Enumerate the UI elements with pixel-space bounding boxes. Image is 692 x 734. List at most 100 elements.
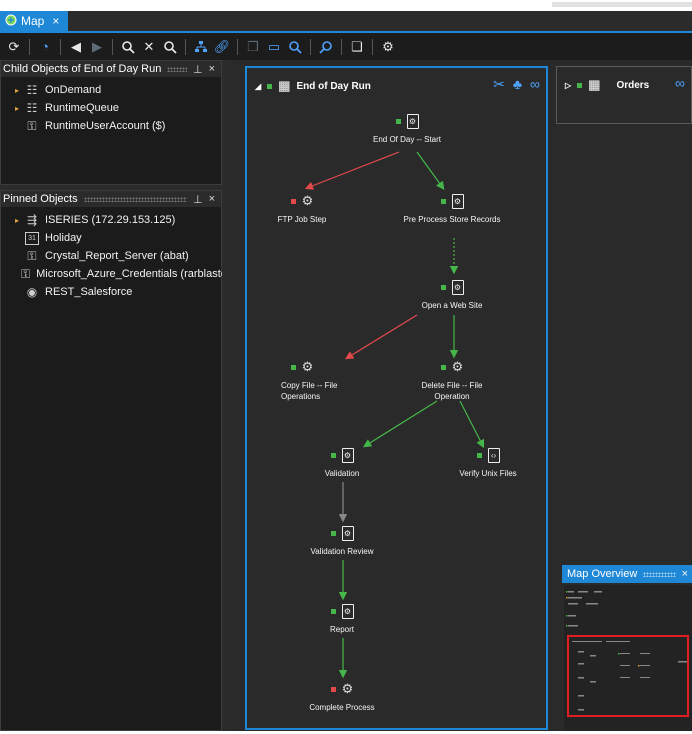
pinned-item-holiday[interactable]: 31 Holiday: [1, 229, 221, 247]
expand-caret-icon[interactable]: ▷: [565, 81, 571, 90]
child-item-label: RuntimeUserAccount ($): [45, 120, 166, 132]
gears-icon: ⚙: [301, 359, 314, 374]
tab-map-label: Map: [21, 14, 45, 28]
map-toolbar: ⟳ ◔ ◀ ▶ ✕ 🔗︎ ❐ ▭ ❏ ⚙: [0, 33, 692, 60]
node-label: Open a Web Site: [421, 301, 483, 310]
status-indicator: [330, 608, 336, 614]
document-gear-icon: ⚙: [451, 193, 464, 209]
edge-failure: [344, 314, 418, 360]
copy-icon[interactable]: ❐: [245, 39, 261, 55]
pinned-objects-header: Pinned Objects ⊥ ×: [1, 191, 221, 207]
child-item-ondemand[interactable]: ▸ ☷ OnDemand: [1, 81, 221, 99]
drag-grip[interactable]: [167, 66, 187, 72]
pin-icon[interactable]: ⊥: [193, 63, 203, 76]
pages-icon[interactable]: ❏: [349, 39, 365, 55]
pinned-item-label: Holiday: [45, 232, 82, 244]
node-label: FTP Job Step: [277, 215, 327, 224]
pinned-item-azure-credentials[interactable]: ⚿ Microsoft_Azure_Credentials (rarblaste: [1, 265, 227, 283]
pin-icon[interactable]: ⊥: [193, 193, 203, 206]
tab-close-icon[interactable]: ×: [52, 14, 59, 28]
workflow-frame-orders[interactable]: ▷ ▦ Orders ∞: [556, 66, 692, 124]
document-gear-icon: ⚙: [341, 447, 354, 463]
orders-title: Orders: [616, 79, 650, 91]
pinned-item-rest-salesforce[interactable]: ◉ REST_Salesforce: [1, 283, 221, 301]
pinned-item-iseries[interactable]: ▸ ⇶ ISERIES (172.29.153.125): [1, 211, 221, 229]
expand-caret-icon[interactable]: ▸: [15, 104, 19, 113]
link-icon[interactable]: ∞: [675, 75, 685, 91]
workflow-node-report[interactable]: ⚙ Report: [287, 602, 397, 636]
map-overview-title: Map Overview: [567, 568, 638, 580]
status-indicator: [440, 364, 446, 370]
status-indicator: [330, 452, 336, 458]
workflow-node-open-a-web-site[interactable]: ⚙ Open a Web Site: [397, 278, 507, 312]
document-gear-icon: ⚙: [341, 525, 354, 541]
status-indicator: [476, 452, 482, 458]
status-indicator: [330, 530, 336, 536]
toolbar-separator: [112, 38, 113, 55]
pinned-item-label: Microsoft_Azure_Credentials (rarblaste: [36, 268, 227, 280]
toolbar-separator: [185, 38, 186, 55]
tab-map[interactable]: Map ×: [0, 11, 68, 31]
pinned-item-crystal-report-server[interactable]: ⚿ Crystal_Report_Server (abat): [1, 247, 221, 265]
node-label: Validation: [324, 469, 360, 478]
workflow-node-pre-process-store-records[interactable]: ⚙ Pre Process Store Records: [397, 192, 507, 226]
find-icon[interactable]: [318, 39, 334, 55]
close-icon[interactable]: ×: [682, 568, 688, 580]
key-icon: ⚿: [27, 248, 37, 263]
node-label: Report: [329, 625, 354, 634]
workflow-icon: ▦: [588, 77, 601, 92]
close-icon[interactable]: ×: [209, 193, 215, 205]
toolbar-separator: [29, 38, 30, 55]
settings-icon[interactable]: ⚙: [380, 39, 396, 55]
back-icon[interactable]: ◀: [68, 39, 84, 55]
overview-viewport-rectangle[interactable]: [567, 635, 689, 717]
drag-grip[interactable]: [83, 196, 187, 202]
status-indicator: [577, 82, 583, 88]
workflow-frame-end-of-day-run[interactable]: ◢ ▦ End of Day Run ✂ ♣ ∞ ⚙ End Of Day --…: [245, 66, 548, 730]
status-indicator: [290, 198, 296, 204]
close-icon[interactable]: ×: [209, 63, 215, 75]
drag-grip[interactable]: [643, 571, 676, 577]
node-label: Validation Review: [310, 547, 374, 556]
workflow-node-complete-process[interactable]: ⚙ Complete Process: [287, 680, 397, 714]
child-item-runtimeuseraccount[interactable]: ⚿ RuntimeUserAccount ($): [1, 117, 221, 135]
status-indicator: [395, 118, 401, 124]
hierarchy-icon[interactable]: [193, 39, 209, 55]
key-icon: ⚿: [27, 118, 37, 133]
workflow-node-delete-file[interactable]: ⚙ Delete File -- File Operation: [397, 358, 507, 403]
zoom-out-icon[interactable]: [162, 39, 178, 55]
horizontal-scrollbar[interactable]: [552, 2, 692, 7]
map-overview-thumbnail[interactable]: [564, 585, 692, 731]
document-gear-icon: ⚙: [341, 603, 354, 619]
workflow-node-validation-review[interactable]: ⚙ Validation Review: [287, 524, 397, 558]
script-icon: ‹›: [487, 447, 500, 463]
edge-failure: [304, 151, 400, 190]
monitor-icon[interactable]: ▭: [266, 39, 282, 55]
fit-icon[interactable]: ✕: [141, 39, 157, 55]
refresh-icon[interactable]: ⟳: [6, 39, 22, 55]
node-label: Delete File -- File Operation: [421, 381, 483, 401]
workflow-node-verify-unix-files[interactable]: ‹› Verify Unix Files: [433, 446, 543, 480]
expand-caret-icon[interactable]: ▸: [15, 86, 19, 95]
toolbar-separator: [310, 38, 311, 55]
toolbar-separator: [372, 38, 373, 55]
panel-splitter[interactable]: [222, 60, 230, 731]
calendar-icon: 31: [25, 231, 39, 245]
zoom-in-icon[interactable]: [120, 39, 136, 55]
child-item-runtimequeue[interactable]: ▸ ☷ RuntimeQueue: [1, 99, 221, 117]
gears-icon: ⚙: [341, 681, 354, 696]
forward-icon[interactable]: ▶: [89, 39, 105, 55]
document-gear-icon: ⚙: [406, 113, 419, 129]
workflow-node-validation[interactable]: ⚙ Validation: [287, 446, 397, 480]
workflow-node-end-of-day-start[interactable]: ⚙ End Of Day -- Start: [352, 112, 462, 146]
node-label: Pre Process Store Records: [403, 215, 501, 224]
expand-caret-icon[interactable]: ▸: [15, 216, 19, 225]
history-icon[interactable]: ◔: [37, 39, 53, 55]
node-label: Copy File -- File Operations: [281, 381, 338, 401]
child-item-label: OnDemand: [45, 84, 102, 96]
search-screen-icon[interactable]: [287, 39, 303, 55]
link-icon[interactable]: 🔗︎: [214, 39, 231, 55]
toolbar-separator: [60, 38, 61, 55]
workflow-node-ftp-job-step[interactable]: ⚙ FTP Job Step: [247, 192, 357, 226]
workflow-node-copy-file[interactable]: ⚙ Copy File -- File Operations: [247, 358, 357, 403]
